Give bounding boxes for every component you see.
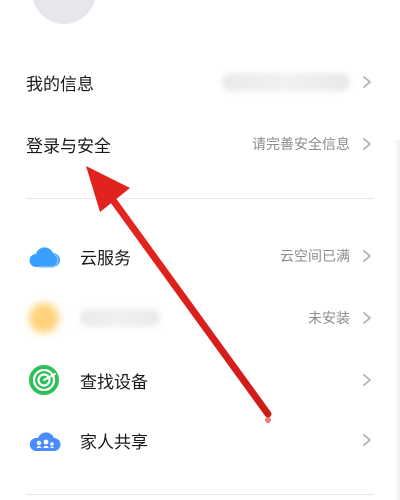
find-device-label: 查找设备 xyxy=(80,372,148,393)
cloud-service-label: 云服务 xyxy=(80,248,131,269)
chevron-right-icon xyxy=(360,373,374,387)
menu-item-cloud-service[interactable]: 云服务 云空间已满 xyxy=(0,228,400,284)
blurred-app-value: 未安装 xyxy=(308,311,350,327)
login-security-value: 请完善安全信息 xyxy=(252,137,350,153)
menu-item-family-share[interactable]: 家人共享 xyxy=(0,412,400,468)
menu-item-find-device[interactable]: 查找设备 xyxy=(0,352,400,408)
find-device-icon xyxy=(26,362,62,398)
section-divider xyxy=(26,198,374,199)
scroll-edge-shadow xyxy=(394,140,400,500)
my-info-value-blurred xyxy=(222,73,350,91)
family-share-icon xyxy=(26,422,62,458)
arrow-head xyxy=(86,166,130,212)
menu-item-blurred-app[interactable]: 未安装 xyxy=(0,290,400,346)
chevron-right-icon xyxy=(360,311,374,325)
cloud-service-value: 云空间已满 xyxy=(280,249,350,265)
chevron-right-icon xyxy=(360,249,374,263)
menu-item-my-info[interactable]: 我的信息 xyxy=(0,54,400,110)
app-icon xyxy=(26,300,62,336)
chevron-right-icon xyxy=(360,137,374,151)
chevron-right-icon xyxy=(360,433,374,447)
blurred-app-label xyxy=(80,309,160,327)
avatar[interactable] xyxy=(32,0,96,24)
chevron-right-icon xyxy=(360,75,374,89)
my-info-label: 我的信息 xyxy=(26,74,94,95)
bottom-divider xyxy=(26,494,374,495)
login-security-label: 登录与安全 xyxy=(26,136,111,157)
menu-item-login-security[interactable]: 登录与安全 请完善安全信息 xyxy=(0,116,400,172)
cloud-icon xyxy=(26,238,62,274)
family-share-label: 家人共享 xyxy=(80,432,148,453)
